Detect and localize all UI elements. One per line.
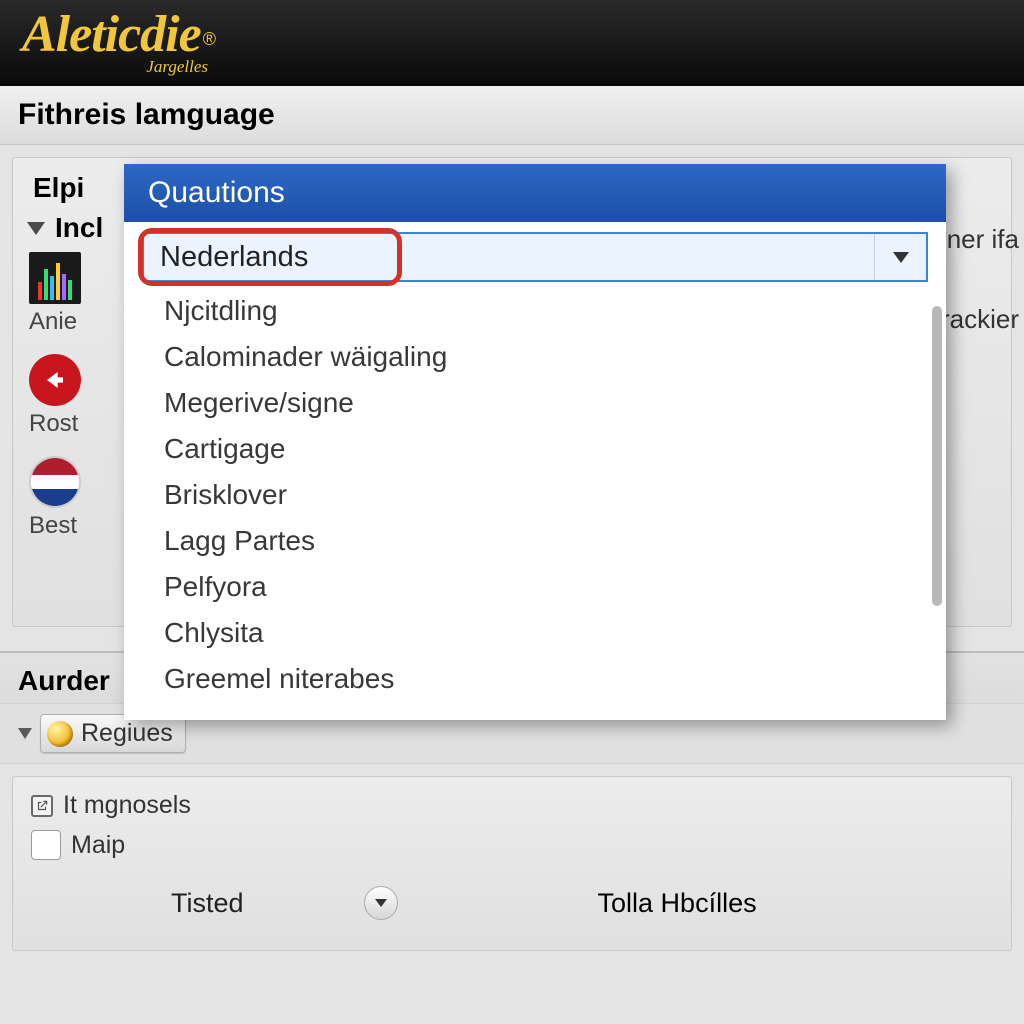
mgnosels-row[interactable]: It mgnosels — [31, 791, 993, 820]
page-title: Fithreis lamguage — [0, 86, 1024, 145]
chevron-down-icon[interactable] — [18, 728, 32, 739]
language-dropdown-panel: Quautions Nederlands Njcitdling Calomina… — [124, 164, 946, 720]
language-option[interactable]: Pelfyora — [164, 564, 928, 610]
language-option[interactable]: Chlysita — [164, 610, 928, 656]
language-option[interactable]: Megerive/signe — [164, 380, 928, 426]
app-label: Rost — [29, 410, 78, 438]
equalizer-icon — [29, 252, 81, 304]
logo: Aleticdie® Jargelles — [22, 9, 216, 77]
language-option[interactable]: Brisklover — [164, 472, 928, 518]
flag-circle-icon — [29, 456, 81, 508]
language-select[interactable]: Nederlands — [142, 232, 928, 282]
language-option[interactable]: Cartigage — [164, 426, 928, 472]
checkbox[interactable] — [31, 830, 61, 860]
logo-text: Aleticdie — [22, 6, 201, 63]
tolla-label: Tolla Hbcílles — [598, 888, 757, 919]
arrow-circle-icon — [29, 354, 81, 406]
logo-subtitle: Jargelles — [22, 57, 208, 77]
dropdown-toggle-icon[interactable] — [364, 886, 398, 920]
tisted-label: Tisted — [171, 888, 244, 919]
tisted-select[interactable]: Tisted — [171, 886, 398, 920]
external-link-icon — [31, 795, 53, 817]
maip-row[interactable]: Maip — [31, 830, 993, 860]
app-header: Aleticdie® Jargelles — [0, 0, 1024, 86]
bottom-panel: It mgnosels Maip Tisted Tolla Hbcílles — [12, 776, 1012, 951]
language-option[interactable]: Njcitdling — [164, 288, 928, 334]
chevron-down-icon[interactable] — [874, 234, 926, 280]
language-option-list: Njcitdling Calominader wäigaling Megeriv… — [142, 288, 928, 702]
registered-mark: ® — [203, 29, 216, 49]
language-option[interactable]: Lagg Partes — [164, 518, 928, 564]
selected-language: Nederlands — [160, 241, 308, 274]
app-label: Best — [29, 512, 77, 540]
section-incl-label: Incl — [55, 212, 103, 244]
dropdown-header: Quautions — [124, 164, 946, 222]
mgnosels-label: It mgnosels — [63, 791, 191, 820]
language-option[interactable]: Calominader wäigaling — [164, 334, 928, 380]
regiues-label: Regiues — [81, 719, 173, 748]
app-label: Anie — [29, 308, 77, 336]
maip-label: Maip — [71, 831, 125, 860]
language-option[interactable]: Greemel niterabes — [164, 656, 928, 702]
orb-icon — [47, 721, 73, 747]
chevron-down-icon — [27, 222, 45, 235]
scrollbar[interactable] — [932, 306, 942, 606]
